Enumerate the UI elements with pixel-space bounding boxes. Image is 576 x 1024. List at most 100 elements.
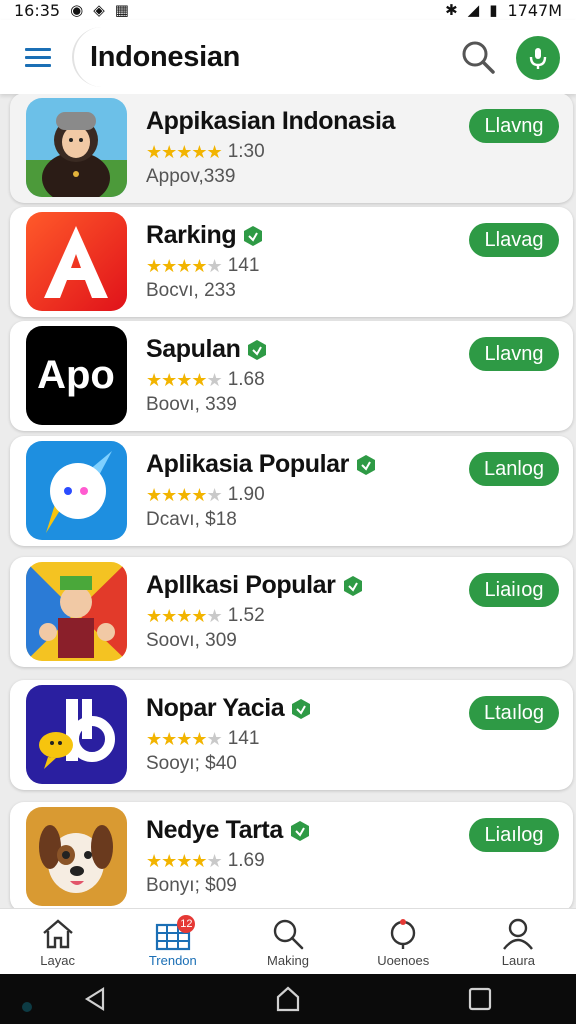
chat-bot-icon: [26, 441, 127, 540]
rating-value: 1.68: [227, 369, 265, 390]
app-price: Appov,339: [146, 166, 236, 187]
nav-item-layac[interactable]: Layac: [0, 909, 115, 974]
nav-label: Layac: [40, 953, 75, 968]
rating-row: ★★★★★ 1.52: [146, 605, 265, 627]
install-button[interactable]: Ltaılog: [469, 696, 559, 730]
install-button[interactable]: Llavng: [469, 109, 559, 143]
home-button-icon[interactable]: [268, 979, 308, 1019]
mic-icon[interactable]: [516, 36, 560, 80]
nav-item-making[interactable]: Making: [230, 909, 345, 974]
verified-icon: [357, 454, 375, 475]
rating-row: ★★★★★ 141: [146, 255, 259, 277]
image-icon: ▦: [114, 0, 129, 19]
app-name: Appikasian Indonasia: [146, 107, 396, 135]
home-icon: [42, 919, 73, 949]
db-logo-icon: [26, 685, 127, 784]
system-nav-bar: [0, 974, 576, 1024]
rating-value: 1.90: [227, 484, 265, 505]
star-rating: ★★★★★: [146, 484, 223, 506]
install-button[interactable]: Lanlog: [469, 452, 559, 486]
install-button[interactable]: Liaılog: [469, 818, 559, 852]
search-icon[interactable]: [458, 37, 498, 77]
verified-icon: [244, 225, 263, 246]
cartoon-poster-icon: [26, 562, 127, 661]
app-name: Nopar Yacia: [146, 694, 312, 723]
app-list: Appikasian Indonasia ★★★★★ 1:30 Appov,33…: [0, 94, 576, 908]
app-name: Sapulan: [146, 335, 268, 364]
rating-value: 1:30: [227, 141, 265, 162]
list-item[interactable]: Nopar Yacia ★★★★★ 141 Sooyı; $40 Ltaılog: [10, 680, 573, 790]
rating-value: 141: [227, 255, 260, 276]
title-container: Indonesian: [72, 27, 240, 87]
rating-row: ★★★★★ 1:30: [146, 141, 265, 163]
app-name: Apllkasi Popular: [146, 571, 364, 600]
install-button[interactable]: Liaiıog: [469, 573, 559, 607]
install-button[interactable]: Llavng: [469, 337, 559, 371]
sync-icon: ◉: [70, 0, 84, 19]
app-name: Aplikasia Popular: [146, 450, 377, 479]
notification-icon: [391, 919, 416, 949]
verified-icon: [343, 575, 362, 596]
search-icon: [273, 919, 304, 950]
verified-icon: [248, 339, 267, 360]
status-bar: 16:35 ◉ ◈ ▦ ✱ ◢ ▮ 1747M: [0, 0, 576, 20]
nav-item-uoenoes[interactable]: Uoenoes: [346, 909, 461, 974]
signal-icon: ◢: [467, 0, 480, 19]
list-item[interactable]: Nedye Tarta ★★★★★ 1.69 Bonyı; $09 Liaılo…: [10, 802, 573, 908]
letter-a-red-icon: [26, 212, 127, 311]
nav-label: Making: [267, 953, 309, 968]
rating-row: ★★★★★ 1.69: [146, 850, 265, 872]
list-item[interactable]: Appikasian Indonasia ★★★★★ 1:30 Appov,33…: [10, 94, 573, 203]
star-rating: ★★★★★: [146, 728, 223, 750]
app-price: Bonyı; $09: [146, 875, 237, 896]
nav-label: Laura: [501, 953, 536, 968]
rating-row: ★★★★★ 1.68: [146, 369, 265, 391]
app-price: Bocvı, 233: [146, 280, 236, 301]
rating-row: ★★★★★ 1.90: [146, 484, 265, 506]
verified-icon: [292, 698, 311, 719]
person-icon: [503, 918, 534, 950]
nav-item-laura[interactable]: Laura: [461, 909, 576, 974]
star-rating: ★★★★★: [146, 605, 223, 627]
notification-badge: 12: [177, 915, 196, 933]
app-price: Soovı, 309: [146, 630, 237, 651]
rating-row: ★★★★★ 141: [146, 728, 259, 750]
star-rating: ★★★★★: [146, 141, 223, 163]
location-icon: ◈: [93, 0, 105, 19]
list-item[interactable]: Apo Sapulan ★★★★★ 1.68 Boovı, 339 Llavng: [10, 321, 573, 431]
status-time: 16:35: [14, 0, 61, 20]
star-rating: ★★★★★: [146, 369, 223, 391]
menu-icon[interactable]: [10, 29, 66, 85]
app-price: Sooyı; $40: [146, 753, 237, 774]
verified-icon: [290, 820, 309, 841]
apo-logo-icon: Apo: [26, 326, 127, 425]
rating-value: 141: [227, 728, 260, 749]
bottom-nav: Layac 12 Trendon Making Uoenoes Laura: [0, 908, 576, 974]
star-rating: ★★★★★: [146, 255, 223, 277]
dog-icon: [26, 807, 127, 906]
list-item[interactable]: Rarking ★★★★★ 141 Bocvı, 233 Llavag: [10, 207, 573, 317]
back-icon[interactable]: [76, 979, 116, 1019]
star-rating: ★★★★★: [146, 850, 223, 872]
recents-icon[interactable]: [460, 979, 500, 1019]
list-item[interactable]: Apllkasi Popular ★★★★★ 1.52 Soovı, 309 L…: [10, 557, 573, 667]
app-price: Boovı, 339: [146, 394, 237, 415]
app-bar: Indonesian: [0, 20, 576, 94]
list-item[interactable]: Aplikasia Popular ★★★★★ 1.90 Dcavı, $18 …: [10, 436, 573, 546]
nav-label: Trendon: [148, 953, 197, 968]
svg-text:Apo: Apo: [37, 353, 115, 397]
avatar-woman-icon: [26, 98, 127, 197]
app-name: Rarking: [146, 221, 264, 250]
rating-value: 1.69: [227, 850, 265, 871]
app-price: Dcavı, $18: [146, 509, 237, 530]
page-title: Indonesian: [90, 40, 241, 73]
bluetooth-icon: ✱: [445, 0, 458, 19]
status-right-text: 1747M: [507, 0, 562, 20]
rating-value: 1.52: [227, 605, 265, 626]
indicator-dot: [22, 1002, 32, 1012]
battery-icon: ▮: [489, 0, 498, 19]
nav-label: Uoenoes: [377, 953, 430, 968]
nav-item-trendon[interactable]: 12 Trendon: [115, 909, 230, 974]
app-name: Nedye Tarta: [146, 816, 311, 845]
install-button[interactable]: Llavag: [469, 223, 559, 257]
